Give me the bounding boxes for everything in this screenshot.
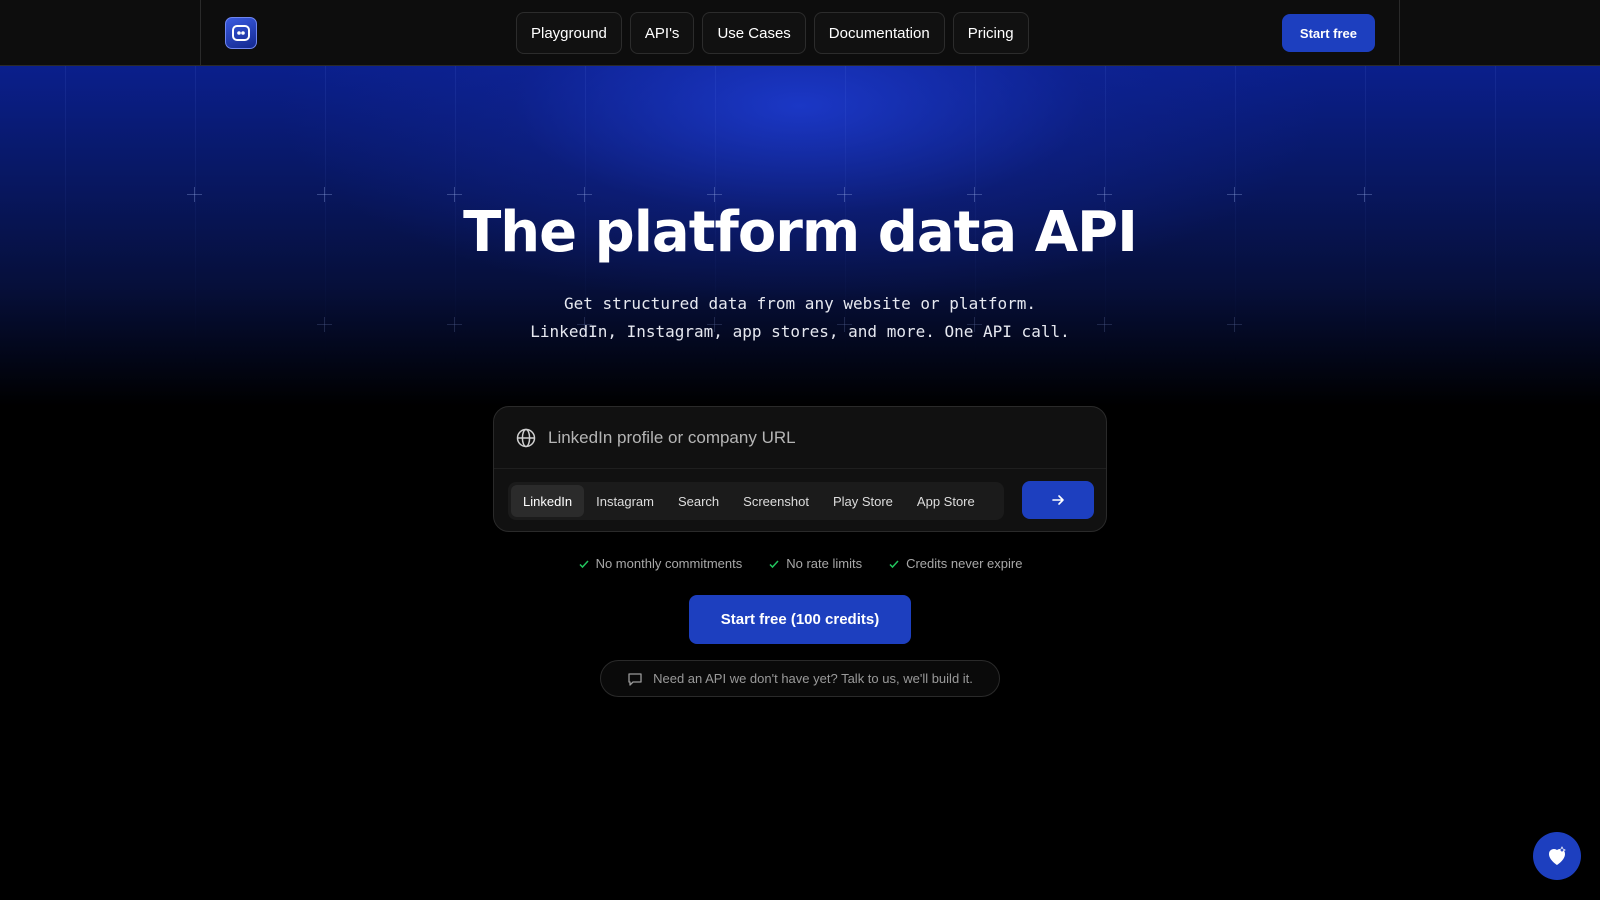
hero-subtitle-line-1: Get structured data from any website or …	[563, 294, 1036, 313]
feature-label: No rate limits	[786, 556, 863, 571]
chat-widget-icon[interactable]	[1533, 832, 1581, 880]
feature-label: No monthly commitments	[595, 556, 743, 571]
submit-button[interactable]	[1022, 481, 1094, 519]
tab-app-store[interactable]: App Store	[905, 485, 987, 517]
tab-linkedin[interactable]: LinkedIn	[511, 485, 585, 517]
hero-title: The platform data API	[463, 200, 1138, 265]
top-navbar: Playground API's Use Cases Documentation…	[0, 0, 1600, 66]
platform-tabs: LinkedIn Instagram Search Screenshot Pla…	[508, 482, 1004, 520]
search-card: LinkedIn Instagram Search Screenshot Pla…	[493, 406, 1107, 532]
feature-item: No monthly commitments	[578, 556, 743, 571]
tab-screenshot[interactable]: Screenshot	[731, 485, 821, 517]
tab-play-store[interactable]: Play Store	[821, 485, 905, 517]
request-api-label: Need an API we don't have yet? Talk to u…	[653, 671, 973, 686]
start-free-credits-button[interactable]: Start free (100 credits)	[689, 595, 911, 644]
feature-list: No monthly commitments No rate limits Cr…	[0, 556, 1600, 571]
nav-playground[interactable]: Playground	[516, 12, 622, 54]
chat-bubble-icon	[628, 672, 642, 686]
check-icon	[579, 559, 589, 568]
logo-icon[interactable]	[225, 17, 257, 49]
start-free-button[interactable]: Start free	[1281, 14, 1375, 52]
globe-icon	[516, 428, 536, 447]
feature-item: No rate limits	[768, 556, 862, 571]
tab-search[interactable]: Search	[666, 485, 731, 517]
check-icon	[889, 559, 899, 568]
nav-apis[interactable]: API's	[629, 12, 695, 54]
feature-item: Credits never expire	[888, 556, 1022, 571]
search-input[interactable]	[548, 427, 1068, 448]
hero-subtitle-line-2: LinkedIn, Instagram, app stores, and mor…	[530, 322, 1070, 341]
hero-subtitle: Get structured data from any website or …	[0, 290, 1600, 346]
nav-documentation[interactable]: Documentation	[813, 12, 945, 54]
check-icon	[769, 559, 779, 568]
arrow-right-icon	[1052, 495, 1064, 505]
request-api-link[interactable]: Need an API we don't have yet? Talk to u…	[600, 660, 1000, 697]
nav-use-cases[interactable]: Use Cases	[702, 12, 806, 54]
feature-label: Credits never expire	[906, 556, 1023, 571]
main-nav: Playground API's Use Cases Documentation…	[516, 12, 1029, 54]
tab-instagram[interactable]: Instagram	[584, 485, 666, 517]
nav-pricing[interactable]: Pricing	[952, 12, 1029, 54]
